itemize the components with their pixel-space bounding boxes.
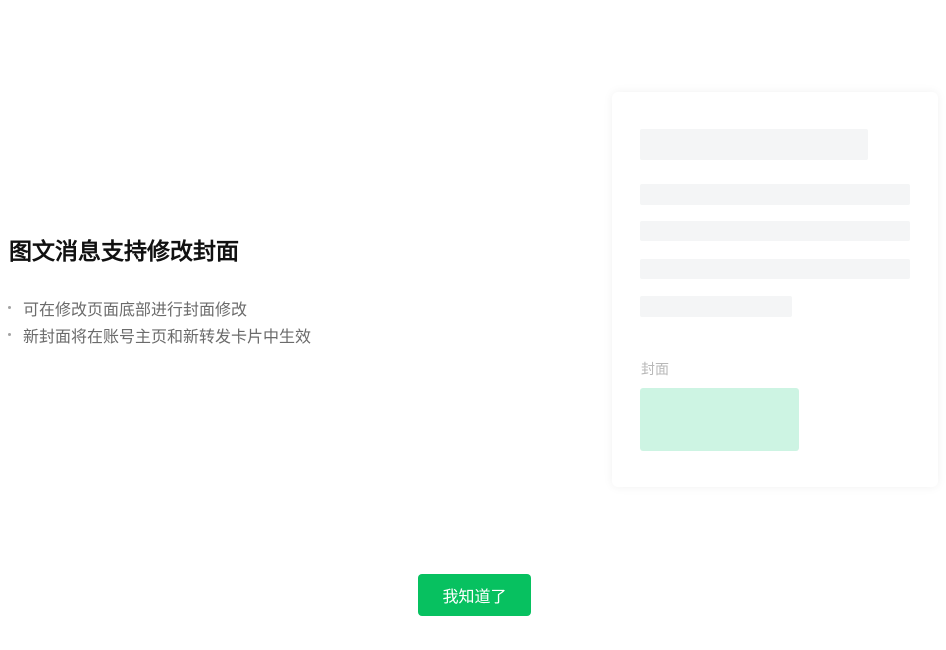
skeleton-text-line: [640, 184, 910, 205]
guide-tip-item: 可在修改页面底部进行封面修改: [8, 294, 311, 321]
cover-label: 封面: [641, 362, 669, 378]
cover-thumbnail-placeholder: [640, 388, 799, 451]
bullet-dot-icon: [8, 333, 11, 336]
guide-tip-text: 可在修改页面底部进行封面修改: [23, 299, 248, 319]
guide-tips-list: 可在修改页面底部进行封面修改 新封面将在账号主页和新转发卡片中生效: [8, 294, 311, 348]
bullet-dot-icon: [8, 306, 11, 309]
got-it-button[interactable]: 我知道了: [418, 574, 531, 616]
skeleton-text-line: [640, 221, 910, 241]
skeleton-text-line-short: [640, 296, 792, 317]
skeleton-text-line: [640, 259, 910, 279]
skeleton-title-bar: [640, 129, 868, 160]
guide-tip-item: 新封面将在账号主页和新转发卡片中生效: [8, 321, 311, 348]
guide-title: 图文消息支持修改封面: [9, 239, 239, 265]
guide-tip-text: 新封面将在账号主页和新转发卡片中生效: [23, 326, 312, 346]
article-preview-card: 封面: [612, 92, 938, 487]
cover-guide-page: 图文消息支持修改封面 可在修改页面底部进行封面修改 新封面将在账号主页和新转发卡…: [0, 0, 946, 650]
